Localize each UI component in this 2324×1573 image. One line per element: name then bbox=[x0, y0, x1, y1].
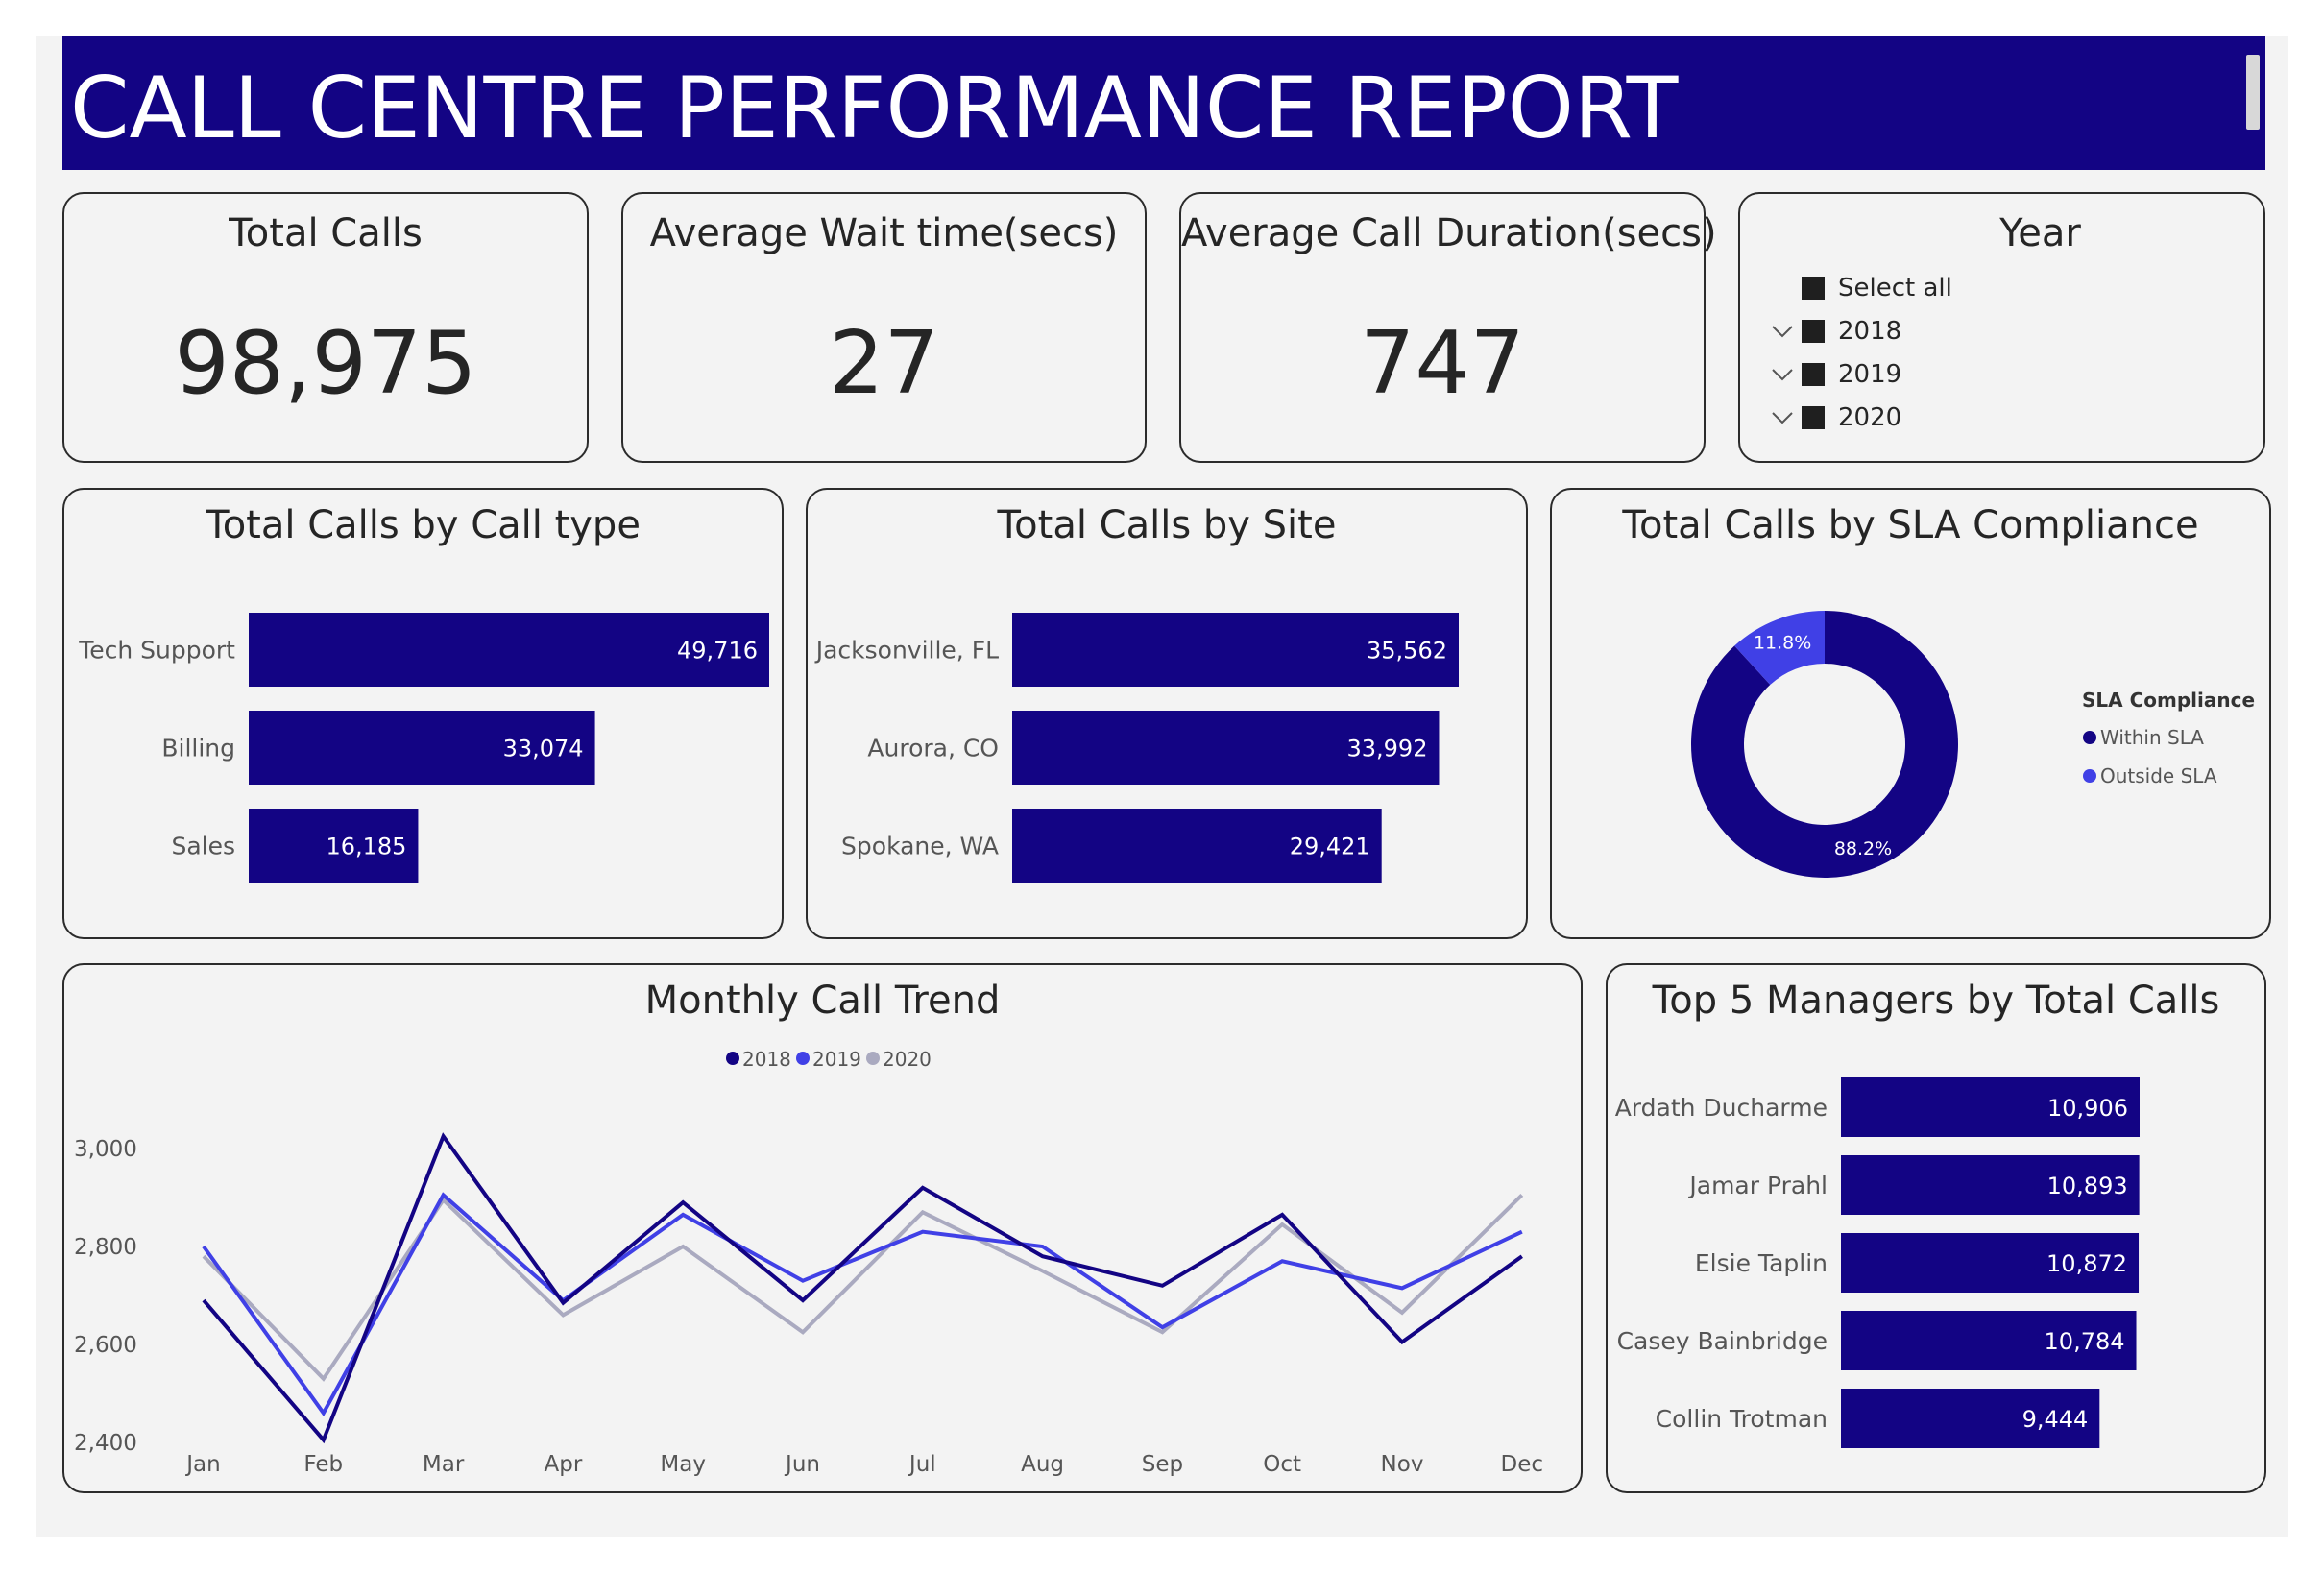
calls-by-type-chart: Tech Support 49,716 Billing 33,074 Sales 16,1… bbox=[78, 613, 769, 883]
chevron-down-icon[interactable] bbox=[1769, 361, 1796, 388]
checkbox-icon[interactable] bbox=[1802, 406, 1825, 429]
x-tick-label: Feb bbox=[303, 1452, 343, 1477]
chevron-down-icon[interactable] bbox=[1769, 404, 1796, 431]
card-calls-by-type: Total Calls by Call type Tech Support 49,… bbox=[62, 488, 784, 939]
card-monthly-trend: Monthly Call Trend 2018 2019 2020 2,400 2,60… bbox=[62, 963, 1583, 1493]
y-tick-label: 2,400 bbox=[74, 1431, 137, 1456]
card-top-managers: Top 5 Managers by Total Calls Ardath Duc… bbox=[1606, 963, 2266, 1493]
category-label: Spokane, WA bbox=[841, 833, 999, 860]
slice-label: 11.8% bbox=[1754, 632, 1811, 653]
x-tick-label: Nov bbox=[1381, 1452, 1424, 1477]
x-tick-label: Oct bbox=[1263, 1452, 1301, 1477]
data-label: 10,906 bbox=[2047, 1095, 2128, 1122]
legend-label: Within SLA bbox=[2100, 726, 2204, 749]
category-label: Tech Support bbox=[78, 637, 235, 665]
category-label: Collin Trotman bbox=[1656, 1405, 1828, 1433]
kpi-card-total-calls: Total Calls 98,975 bbox=[62, 192, 589, 463]
slicer-item-select-all[interactable]: Select all bbox=[1769, 271, 1952, 305]
x-tick-label: Jul bbox=[908, 1452, 936, 1477]
sla-donut-chart: 88.2% 11.8% SLA Compliance Within SLA Outsid… bbox=[1691, 611, 2255, 878]
category-label: Elsie Taplin bbox=[1695, 1249, 1828, 1277]
x-tick-label: Dec bbox=[1501, 1452, 1544, 1477]
data-label: 9,444 bbox=[2022, 1406, 2089, 1433]
scrollbar-thumb[interactable] bbox=[2246, 55, 2260, 130]
kpi-card-avg-wait: Average Wait time(secs) 27 bbox=[621, 192, 1147, 463]
kpi-label: Average Call Duration(secs) bbox=[1181, 211, 1717, 255]
slicer-item-label: Select all bbox=[1838, 274, 1952, 302]
report-banner: CALL CENTRE PERFORMANCE REPORT bbox=[62, 36, 2265, 170]
x-tick-label: Aug bbox=[1021, 1452, 1064, 1477]
slicer-item-label: 2020 bbox=[1838, 403, 1902, 432]
kpi-label: Total Calls bbox=[229, 211, 423, 255]
x-tick-label: Mar bbox=[423, 1452, 465, 1477]
kpi-value: 27 bbox=[829, 313, 939, 414]
calls-by-site-chart: Jacksonville, FL 35,562 Aurora, CO 33,992 Sp… bbox=[814, 613, 1459, 883]
slicer-item-label: 2019 bbox=[1838, 360, 1902, 389]
x-tick-label: Jun bbox=[784, 1452, 820, 1477]
data-label: 35,562 bbox=[1367, 638, 1447, 665]
year-slicer: Year Select all 2018 2019 2020 bbox=[1738, 192, 2265, 463]
kpi-value: 98,975 bbox=[174, 313, 477, 414]
checkbox-icon[interactable] bbox=[1802, 277, 1825, 300]
data-label: 33,992 bbox=[1346, 736, 1427, 762]
slicer-item-2019[interactable]: 2019 bbox=[1769, 357, 1901, 392]
x-tick-label: May bbox=[660, 1452, 706, 1477]
kpi-card-avg-duration: Average Call Duration(secs) 747 bbox=[1179, 192, 1717, 463]
x-tick-label: Apr bbox=[545, 1452, 583, 1477]
category-label: Jamar Prahl bbox=[1687, 1172, 1828, 1199]
series-line-2018 bbox=[202, 1132, 1523, 1444]
card-calls-by-site: Total Calls by Site Jacksonville, FL 35,5… bbox=[806, 488, 1528, 939]
kpi-value: 747 bbox=[1360, 313, 1525, 414]
x-tick-label: Jan bbox=[184, 1452, 220, 1477]
legend-label: Outside SLA bbox=[2100, 764, 2217, 787]
category-label: Sales bbox=[171, 833, 235, 860]
y-tick-label: 2,800 bbox=[74, 1235, 137, 1260]
legend-label: 2018 bbox=[742, 1048, 791, 1071]
category-label: Casey Bainbridge bbox=[1617, 1327, 1828, 1355]
data-label: 33,074 bbox=[503, 736, 584, 762]
category-label: Jacksonville, FL bbox=[814, 637, 999, 665]
card-calls-by-sla: Total Calls by SLA Compliance 88.2% 11.8%… bbox=[1550, 488, 2271, 939]
legend-title: SLA Compliance bbox=[2082, 689, 2255, 712]
data-label: 10,893 bbox=[2047, 1173, 2128, 1199]
data-label: 10,784 bbox=[2045, 1328, 2125, 1355]
legend-marker bbox=[2083, 731, 2096, 744]
slice-label: 88.2% bbox=[1834, 838, 1892, 859]
checkbox-icon[interactable] bbox=[1802, 363, 1825, 386]
y-tick-label: 2,600 bbox=[74, 1333, 137, 1358]
report-title: CALL CENTRE PERFORMANCE REPORT bbox=[70, 59, 1679, 157]
legend-marker bbox=[866, 1052, 880, 1065]
top-managers-chart: Ardath Ducharme 10,906 Jamar Prahl 10,893 El… bbox=[1615, 1077, 2140, 1448]
monthly-trend-chart: 2018 2019 2020 2,400 2,600 2,800 3,000 Jan Feb Ma… bbox=[74, 1048, 1544, 1477]
legend-marker bbox=[2083, 769, 2096, 783]
legend-label: 2019 bbox=[812, 1048, 861, 1071]
data-label: 16,185 bbox=[326, 834, 406, 860]
legend-marker bbox=[796, 1052, 810, 1065]
category-label: Billing bbox=[161, 735, 235, 762]
kpi-label: Average Wait time(secs) bbox=[649, 211, 1119, 255]
series-line-2020 bbox=[202, 1194, 1524, 1382]
checkbox-icon[interactable] bbox=[1802, 320, 1825, 343]
series-line-2019 bbox=[202, 1192, 1523, 1417]
chevron-down-icon[interactable] bbox=[1769, 318, 1796, 345]
year-slicer-title: Year bbox=[1999, 211, 2081, 255]
slicer-item-2018[interactable]: 2018 bbox=[1769, 314, 1901, 349]
category-label: Ardath Ducharme bbox=[1615, 1094, 1828, 1122]
legend-marker bbox=[726, 1052, 739, 1065]
data-label: 29,421 bbox=[1290, 834, 1370, 860]
legend-label: 2020 bbox=[883, 1048, 932, 1071]
slicer-item-label: 2018 bbox=[1838, 317, 1902, 346]
y-tick-label: 3,000 bbox=[74, 1137, 137, 1162]
data-label: 10,872 bbox=[2046, 1250, 2127, 1277]
slicer-item-2020[interactable]: 2020 bbox=[1769, 400, 1901, 435]
data-label: 49,716 bbox=[677, 638, 758, 665]
x-tick-label: Sep bbox=[1142, 1452, 1183, 1477]
category-label: Aurora, CO bbox=[867, 735, 999, 762]
